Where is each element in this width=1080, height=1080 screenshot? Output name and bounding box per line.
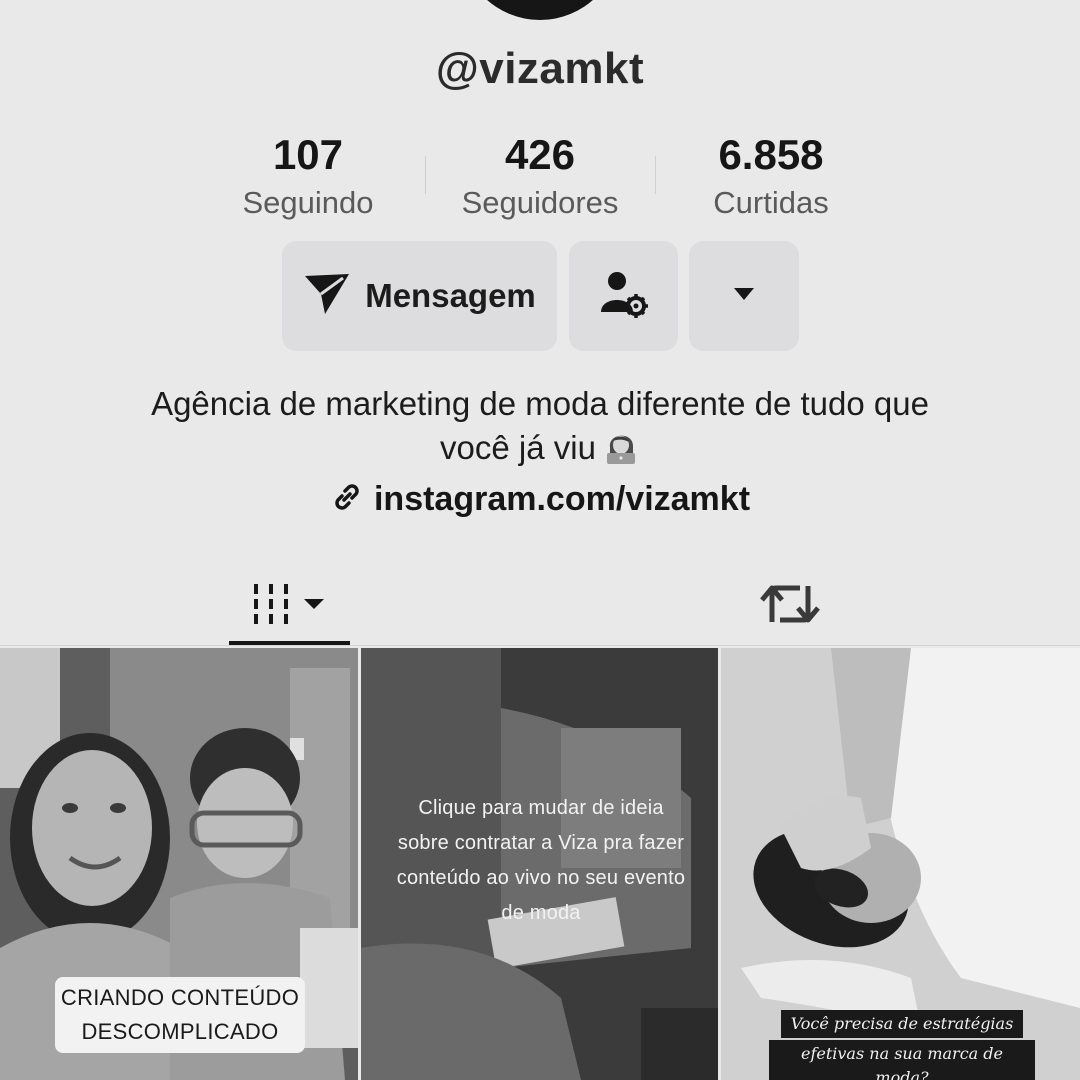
tab-reposts[interactable] [730, 566, 850, 646]
video-caption: Você precisa de estratégias efetivas na … [769, 1010, 1035, 1080]
woman-technologist-icon [602, 427, 640, 465]
video-caption-line: CRIANDO CONTEÚDO [60, 985, 300, 1010]
link-icon [330, 480, 364, 519]
stat-likes-value: 6.858 [718, 131, 824, 178]
video-caption: CRIANDO CONTEÚDO DESCOMPLICADO [55, 977, 305, 1053]
stat-likes[interactable]: 6.858 Curtidas [651, 128, 891, 224]
stat-followers[interactable]: 426 Seguidores [420, 128, 660, 224]
video-caption-line: Você precisa de estratégias [780, 1010, 1024, 1038]
send-icon [303, 272, 351, 321]
stat-divider [425, 156, 426, 194]
stat-followers-value: 426 [504, 131, 576, 178]
video-caption-line: sobre contratar a Viza pra fazer [397, 832, 685, 854]
person-settings-icon [599, 270, 649, 323]
message-button[interactable]: Mensagem [282, 241, 557, 351]
stat-followers-label: Seguidores [461, 185, 619, 220]
caret-down-icon [732, 286, 756, 307]
video-caption: Clique para mudar de ideia sobre contrat… [381, 791, 701, 931]
bio-line-1: Agência de marketing de moda diferente d… [151, 385, 929, 422]
profile-stats: 107 Seguindo 426 Seguidores 6.858 Curtid… [0, 128, 1080, 228]
video-grid: CRIANDO CONTEÚDO DESCOMPLICADO Clique pa… [0, 648, 1080, 1080]
profile-avatar[interactable] [460, 0, 620, 20]
video-caption-line: de moda [501, 902, 581, 924]
stat-following[interactable]: 107 Seguindo [188, 128, 428, 224]
video-caption-line: conteúdo ao vivo no seu evento [396, 867, 686, 889]
follow-settings-button[interactable] [569, 241, 678, 351]
stat-divider [655, 156, 656, 194]
profile-link-text: instagram.com/vizamkt [373, 480, 751, 518]
tab-videos[interactable] [230, 566, 350, 646]
stat-following-value: 107 [272, 131, 344, 178]
grid-icon [252, 580, 328, 633]
stat-following-label: Seguindo [242, 185, 374, 220]
more-button[interactable] [689, 241, 799, 351]
profile-username: @vizamkt [435, 44, 645, 93]
tabs-divider [0, 645, 1080, 646]
profile-bio: Agência de marketing de moda diferente d… [60, 382, 1020, 470]
video-caption-line: DESCOMPLICADO [81, 1019, 279, 1044]
bio-line-2: você já viu [440, 429, 596, 466]
video-thumbnail[interactable]: Clique para mudar de ideia sobre contrat… [361, 648, 718, 1080]
stat-likes-label: Curtidas [713, 185, 829, 220]
video-caption-line: efetivas na sua marca de moda? [769, 1040, 1035, 1080]
video-thumbnail[interactable]: CRIANDO CONTEÚDO DESCOMPLICADO [0, 648, 358, 1080]
message-button-label: Mensagem [365, 277, 536, 314]
video-thumbnail[interactable]: Você precisa de estratégias efetivas na … [721, 648, 1080, 1080]
video-caption-line: Clique para mudar de ideia [418, 797, 664, 819]
repost-icon [760, 578, 820, 635]
profile-link[interactable]: instagram.com/vizamkt [0, 480, 1080, 519]
